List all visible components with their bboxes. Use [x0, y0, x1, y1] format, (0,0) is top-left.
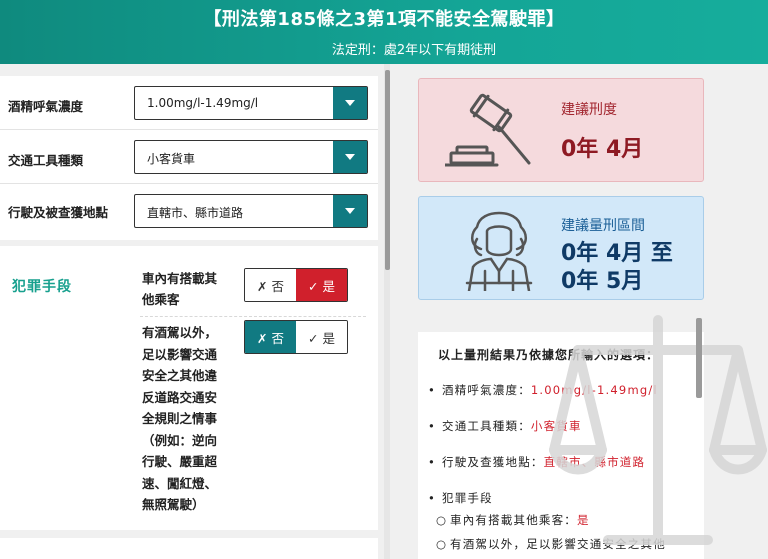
- form-card: 酒精呼氣濃度 1.00mg/l-1.49mg/l 交通工具種類 小客貨車 行駛及…: [0, 76, 378, 240]
- suggested-sentence-value: 0年 4月: [561, 137, 644, 162]
- page-header: 【刑法第185條之3第1項不能安全駕駛罪】 法定刑：處2年以下有期徒刑: [0, 0, 768, 64]
- location-row: 行駛及被查獲地點 直轄市、縣市道路: [0, 184, 378, 238]
- alcohol-value: 1.00mg/l-1.49mg/l: [147, 96, 259, 110]
- chevron-down-icon[interactable]: [333, 87, 367, 119]
- sentence-range-label: 建議量刑區間: [561, 218, 645, 234]
- vehicle-label: 交通工具種類: [8, 153, 84, 168]
- other-violation-toggle[interactable]: ✗ 否 ✓ 是: [244, 320, 348, 354]
- vehicle-row: 交通工具種類 小客貨車: [0, 130, 378, 184]
- sentence-range-box: 建議量刑區間 0年 4月 至 0年 5月: [418, 196, 704, 300]
- question-divider: [140, 316, 366, 317]
- chevron-down-icon[interactable]: [333, 195, 367, 227]
- result-scrollbar-thumb[interactable]: [696, 318, 702, 398]
- location-value: 直轄市、縣市道路: [147, 206, 244, 220]
- result-item-crime-means: • 犯罪手段: [428, 491, 493, 505]
- chevron-down-icon[interactable]: [333, 141, 367, 173]
- suggested-sentence-box: 建議刑度 0年 4月: [418, 78, 704, 182]
- alcohol-select[interactable]: 1.00mg/l-1.49mg/l: [134, 86, 368, 120]
- left-scrollbar-thumb[interactable]: [385, 70, 390, 270]
- passenger-yes-option[interactable]: ✓ 是: [296, 269, 347, 301]
- other-violation-yes-option[interactable]: ✓ 是: [296, 321, 347, 353]
- next-card: [0, 538, 378, 559]
- crime-means-label: 犯罪手段: [12, 279, 72, 295]
- judge-icon: [465, 211, 533, 291]
- vehicle-value: 小客貨車: [147, 152, 196, 166]
- passenger-toggle[interactable]: ✗ 否 ✓ 是: [244, 268, 348, 302]
- other-violation-question: 有酒駕以外， 足以影響交通 安全之其他違 反道路交通安 全規則之情事 （例如：逆…: [142, 325, 218, 512]
- suggested-sentence-label: 建議刑度: [561, 102, 617, 118]
- gavel-icon: [445, 93, 531, 167]
- passenger-question: 車內有搭載其 他乘客: [142, 271, 218, 307]
- location-label: 行駛及被查獲地點: [8, 205, 109, 220]
- page-title: 【刑法第185條之3第1項不能安全駕駛罪】: [203, 9, 565, 30]
- location-select[interactable]: 直轄市、縣市道路: [134, 194, 368, 228]
- statutory-penalty: 法定刑：處2年以下有期徒刑: [331, 43, 497, 58]
- crime-means-card: 犯罪手段 車內有搭載其 他乘客 ✗ 否 ✓ 是 有酒駕以外， 足以影響交通 安全…: [0, 246, 378, 530]
- alcohol-label: 酒精呼氣濃度: [8, 99, 84, 114]
- alcohol-row: 酒精呼氣濃度 1.00mg/l-1.49mg/l: [0, 76, 378, 130]
- other-violation-no-option[interactable]: ✗ 否: [245, 321, 296, 353]
- passenger-no-option[interactable]: ✗ 否: [245, 269, 296, 301]
- scale-watermark-icon: [549, 315, 767, 545]
- input-panel: 酒精呼氣濃度 1.00mg/l-1.49mg/l 交通工具種類 小客貨車 行駛及…: [0, 64, 384, 559]
- sentence-range-end: 0年 5月: [561, 269, 644, 294]
- vehicle-select[interactable]: 小客貨車: [134, 140, 368, 174]
